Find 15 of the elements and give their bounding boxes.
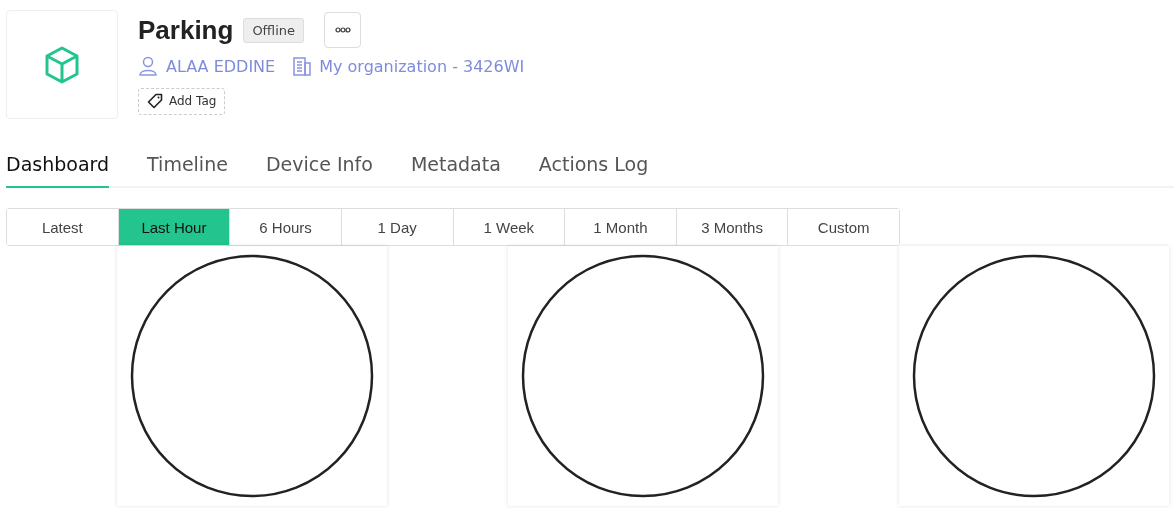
tab[interactable]: Timeline (147, 143, 228, 188)
time-range-button[interactable]: Last Hour (117, 209, 230, 245)
more-icon (334, 27, 351, 33)
time-range-button[interactable]: Custom (787, 209, 899, 245)
add-tag-button[interactable]: Add Tag (138, 88, 226, 115)
tab[interactable]: Dashboard (6, 143, 110, 188)
building-icon (293, 56, 312, 76)
user-icon (138, 56, 158, 76)
tab[interactable]: Metadata (410, 143, 501, 188)
tag-icon (147, 93, 163, 109)
status-badge: Offline (243, 17, 305, 43)
tab[interactable]: Actions Log (538, 143, 649, 188)
more-button[interactable] (324, 12, 362, 48)
tab[interactable]: Device Info (265, 143, 373, 188)
device-name: Parking (138, 14, 234, 46)
